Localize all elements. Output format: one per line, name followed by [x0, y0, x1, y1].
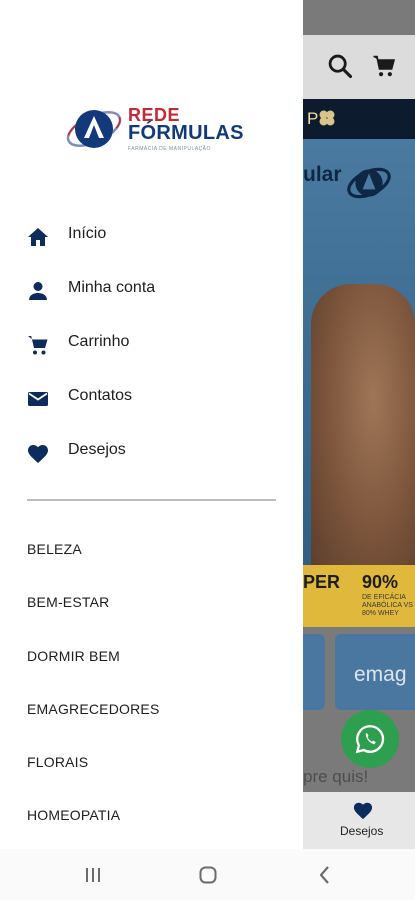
back-icon[interactable]: [313, 863, 337, 887]
category-item-dormir-bem[interactable]: DORMIR BEM: [0, 639, 303, 675]
stat-2: 90%: [362, 572, 399, 592]
hero-banner[interactable]: ular: [303, 139, 415, 627]
menu-item-inicio[interactable]: Início: [0, 215, 303, 257]
menu-item-desejos[interactable]: Desejos: [0, 431, 303, 473]
banner-title: ular: [303, 163, 342, 186]
category-label: DORMIR BEM: [27, 648, 120, 664]
menu-item-contatos[interactable]: Contatos: [0, 377, 303, 419]
logo-subtitle: FARMÁCIA DE MANIPULAÇÃO: [128, 146, 211, 152]
logo-text-formulas: FÓRMULAS: [128, 122, 244, 144]
menu-item-label: Desejos: [68, 441, 126, 458]
tagline-text: pre quis!: [303, 767, 369, 786]
category-label: HOMEOPATIA: [27, 807, 121, 823]
category-item-emagrecedores[interactable]: EMAGRECEDORES: [0, 692, 303, 728]
category-item-florais[interactable]: FLORAIS: [0, 745, 303, 781]
menu-item-carrinho[interactable]: Carrinho: [0, 323, 303, 365]
category-item-homeopatia[interactable]: HOMEOPATIA: [0, 798, 303, 834]
brand-logo[interactable]: REDE FÓRMULAS FARMÁCIA DE MANIPULAÇÃO: [64, 103, 244, 155]
category-label: EMAGRECEDORES: [27, 701, 160, 717]
heart-icon: [28, 445, 48, 463]
home-button-icon[interactable]: [196, 863, 220, 887]
category-item-bem-estar[interactable]: BEM-ESTAR: [0, 585, 303, 621]
category-label: BELEZA: [27, 541, 82, 557]
search-icon[interactable]: [326, 52, 354, 80]
whatsapp-button[interactable]: [341, 710, 399, 768]
wishlist-heart-icon[interactable]: [352, 800, 374, 820]
menu-item-label: Contatos: [68, 387, 133, 404]
cart-icon: [28, 336, 48, 355]
clover-icon: [319, 110, 335, 126]
whatsapp-icon: [355, 725, 385, 754]
person-icon: [29, 282, 47, 300]
mail-icon: [28, 392, 48, 406]
stat-1: PER: [303, 572, 341, 592]
menu-item-label: Carrinho: [68, 333, 130, 350]
cart-icon[interactable]: [370, 52, 398, 80]
category-label: FLORAIS: [27, 754, 89, 770]
menu-item-label: Minha conta: [68, 279, 156, 296]
category-card[interactable]: [303, 634, 325, 710]
menu-divider: [27, 499, 276, 501]
category-item-beleza[interactable]: BELEZA: [0, 532, 303, 568]
category-label: BEM-ESTAR: [27, 594, 110, 610]
tab-wishlist-label[interactable]: Desejos: [340, 824, 383, 838]
logo-globe-icon: [66, 110, 122, 148]
recent-apps-icon[interactable]: [81, 863, 105, 887]
navigation-drawer: REDE FÓRMULAS FARMÁCIA DE MANIPULAÇÃO In…: [0, 0, 303, 849]
athlete-photo: [311, 284, 415, 574]
promo-strip: P: [303, 99, 415, 139]
brand-mark-icon: [347, 167, 391, 199]
category-card-label: emag: [354, 663, 407, 686]
menu-item-minha-conta[interactable]: Minha conta: [0, 269, 303, 311]
app-top-bar: [303, 35, 415, 99]
menu-item-label: Início: [68, 225, 107, 242]
stat-2-subtitle: DE EFICÁCIA ANABÓLICA VS 80% WHEY: [362, 594, 413, 617]
home-icon: [28, 228, 48, 246]
